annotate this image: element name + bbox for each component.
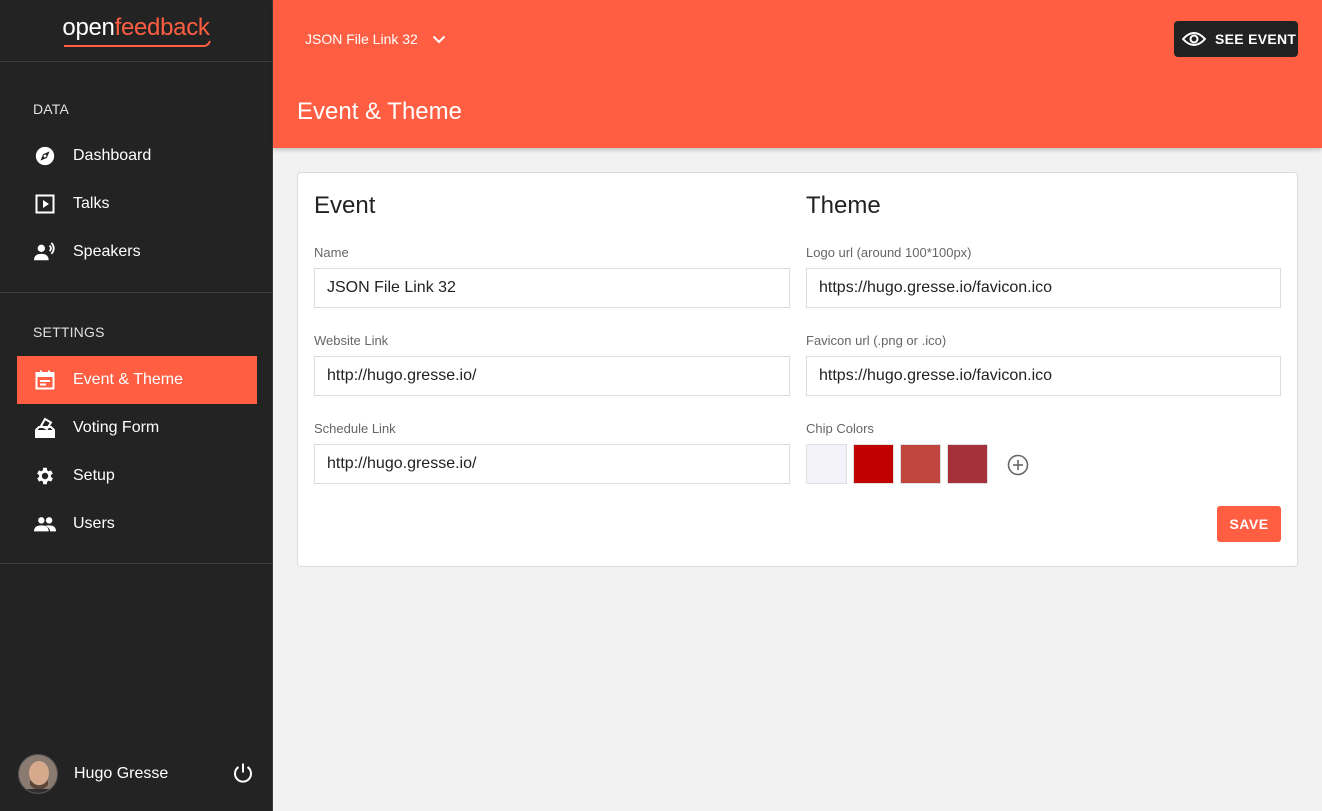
logo-area: openfeedback: [0, 0, 272, 62]
event-selector[interactable]: JSON File Link 32: [305, 28, 446, 50]
sidebar-item-label: Event & Theme: [73, 371, 183, 388]
settings-card: Event Name Website Link Schedule Link Th…: [297, 172, 1298, 567]
sidebar-item-label: Voting Form: [73, 419, 160, 436]
sidebar-item-label: Talks: [73, 195, 110, 212]
sidebar-item-label: Users: [73, 515, 115, 532]
sidebar-item-label: Dashboard: [73, 147, 152, 164]
people-icon: [34, 513, 56, 535]
top-app-bar: JSON File Link 32 SEE EVENT Event & Them…: [273, 0, 1322, 148]
sidebar-divider: [0, 563, 272, 564]
logo-url-label: Logo url (around 100*100px): [806, 245, 972, 260]
logo-underline-icon: [64, 40, 212, 47]
chip-colors-label: Chip Colors: [806, 421, 874, 436]
user-profile: Hugo Gresse: [0, 737, 272, 811]
sidebar-item-voting-form[interactable]: Voting Form: [17, 404, 257, 452]
logo-open-text: open: [62, 13, 115, 41]
sidebar-item-talks[interactable]: Talks: [17, 180, 257, 228]
sidebar-item-label: Speakers: [73, 243, 141, 260]
user-name: Hugo Gresse: [74, 765, 169, 782]
see-event-label: SEE EVENT: [1215, 31, 1297, 47]
save-button[interactable]: SAVE: [1217, 506, 1281, 542]
gear-icon: [34, 465, 56, 487]
speaker-person-icon: [34, 241, 56, 263]
page-title: Event & Theme: [297, 98, 462, 125]
play-box-icon: [34, 193, 56, 215]
compass-icon: [34, 145, 56, 167]
event-selector-label: JSON File Link 32: [305, 31, 418, 47]
favicon-url-label: Favicon url (.png or .ico): [806, 333, 947, 348]
calendar-icon: [34, 369, 56, 391]
theme-section-title: Theme: [806, 192, 881, 219]
logo-url-field[interactable]: [806, 268, 1281, 308]
name-label: Name: [314, 245, 349, 260]
sidebar: openfeedback DATA Dashboard Talks Speake…: [0, 0, 273, 811]
sidebar-item-speakers[interactable]: Speakers: [17, 228, 257, 276]
sidebar-item-dashboard[interactable]: Dashboard: [17, 132, 257, 180]
event-section-title: Event: [314, 192, 376, 219]
website-link-field[interactable]: [314, 356, 790, 396]
power-icon[interactable]: [232, 762, 254, 784]
eye-icon: [1182, 32, 1206, 46]
chip-color-swatch[interactable]: [947, 444, 988, 484]
schedule-link-label: Schedule Link: [314, 421, 396, 436]
logo-feedback-text: feedback: [114, 13, 210, 41]
schedule-link-field[interactable]: [314, 444, 790, 484]
avatar[interactable]: [18, 754, 58, 794]
chevron-down-icon: [432, 35, 446, 43]
sidebar-divider: [0, 292, 272, 293]
section-label-data: DATA: [33, 101, 70, 117]
section-label-settings: SETTINGS: [33, 324, 105, 340]
see-event-button[interactable]: SEE EVENT: [1174, 21, 1298, 57]
sidebar-item-label: Setup: [73, 467, 115, 484]
sidebar-item-setup[interactable]: Setup: [17, 452, 257, 500]
add-circle-icon[interactable]: [1006, 453, 1030, 477]
openfeedback-logo[interactable]: openfeedback: [62, 13, 212, 48]
chip-color-swatch[interactable]: [806, 444, 847, 484]
chip-color-swatch[interactable]: [853, 444, 894, 484]
sidebar-item-users[interactable]: Users: [17, 500, 257, 548]
sidebar-item-event-theme[interactable]: Event & Theme: [17, 356, 257, 404]
website-link-label: Website Link: [314, 333, 389, 348]
ballot-box-icon: [34, 417, 56, 439]
name-field[interactable]: [314, 268, 790, 308]
chip-color-swatch[interactable]: [900, 444, 941, 484]
favicon-url-field[interactable]: [806, 356, 1281, 396]
